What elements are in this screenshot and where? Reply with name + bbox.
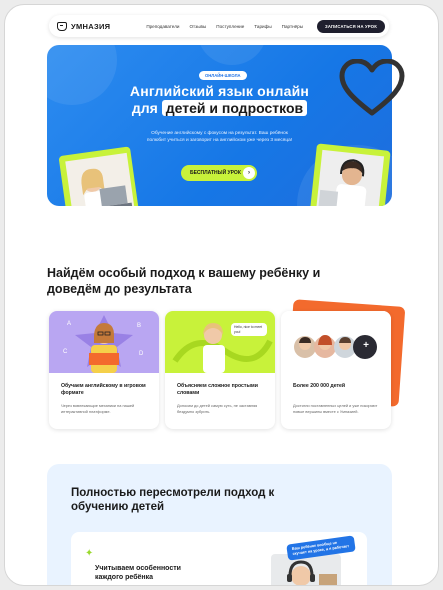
nav-link-teachers[interactable]: Преподаватели [146, 24, 179, 29]
feature-card-game: A B C D Обучаем английскому в игровом фо… [49, 311, 159, 429]
speech-bubble: Hello, nice to meet you! [231, 323, 267, 336]
svg-text:C: C [63, 349, 68, 355]
feature-title-students: Более 200 000 детей [293, 383, 346, 389]
boy-headphones-image [271, 554, 341, 585]
nav-link-pricing[interactable]: Тарифы [254, 24, 271, 29]
free-lesson-button[interactable]: БЕСПЛАТНЫЙ УРОК › [181, 165, 257, 181]
plus-icon: + [363, 340, 369, 351]
feature-image-simple [165, 311, 275, 373]
nav-links: Преподаватели Отзывы Поступление Тарифы … [146, 24, 303, 29]
feature-title-game: Обучаем английскому в игровом формате [61, 383, 146, 396]
svg-text:A: A [67, 321, 71, 327]
hero-title-highlight: детей и подростков [161, 100, 308, 116]
feature-title-simple: Объясняем сложное простыми словами [177, 383, 258, 396]
feature-card-simple: Hello, nice to meet you! Объясняем сложн… [165, 311, 275, 429]
arrow-right-icon: › [243, 167, 255, 179]
reviewed-section: Полностью пересмотрели подход к обучению… [47, 464, 392, 585]
nav-link-admission[interactable]: Поступление [216, 24, 244, 29]
feature-image-students [281, 311, 391, 373]
approach-title: Найдём особый подход к вашему ребёнку и … [47, 266, 321, 296]
hero-title-pre: для [131, 100, 158, 116]
feature-desc-simple: Доносим до детей самую суть, не заставля… [177, 403, 258, 414]
reviewed-card: ✦ Учитываем особенности каждого ребёнка … [71, 532, 367, 585]
logo[interactable]: УМНАЗИЯ [57, 21, 111, 31]
nav-link-partners[interactable]: Партнёры [282, 24, 303, 29]
girl-book-image: A B C D [63, 315, 144, 373]
boy-headset-image [315, 149, 385, 206]
feature-image-game: A B C D [49, 311, 159, 373]
speech-bubble-text: Hello, nice to meet you! [234, 325, 263, 334]
hero-photo-boy [309, 143, 391, 206]
page-frame: УМНАЗИЯ Преподаватели Отзывы Поступление… [4, 4, 439, 586]
avatars-image [294, 335, 377, 359]
svg-text:D: D [139, 351, 144, 357]
feature-desc-game: Через вовлекающие механики на нашей инте… [61, 403, 135, 414]
hero-badge: ОНЛАЙН-ШКОЛА [199, 71, 247, 80]
signup-button[interactable]: ЗАПИСАТЬСЯ НА УРОК [317, 19, 385, 33]
girl-speech-image [172, 323, 273, 373]
girl-laptop-image [65, 152, 136, 206]
logo-text: УМНАЗИЯ [71, 21, 111, 31]
spark-icon: ✦ [85, 548, 94, 559]
heart-icon[interactable] [339, 59, 405, 117]
svg-text:B: B [137, 323, 141, 329]
hero-blob [197, 45, 267, 65]
hero-photo-girl [58, 146, 140, 206]
hero-subtitle: Обучение английскому с фокусом на резуль… [146, 131, 293, 143]
feature-card-students: + Более 200 000 детей Достигли поставлен… [281, 311, 391, 429]
reviewed-card-title: Учитываем особенности каждого ребёнка [95, 565, 181, 581]
reviewed-title: Полностью пересмотрели подход к обучению… [71, 487, 275, 513]
top-nav: УМНАЗИЯ Преподаватели Отзывы Поступление… [49, 15, 389, 37]
logo-icon [57, 21, 67, 31]
feature-desc-students: Достигли поставленных целей и уже покоря… [293, 403, 378, 414]
nav-link-reviews[interactable]: Отзывы [189, 24, 206, 29]
free-lesson-label: БЕСПЛАТНЫЙ УРОК [190, 170, 241, 176]
